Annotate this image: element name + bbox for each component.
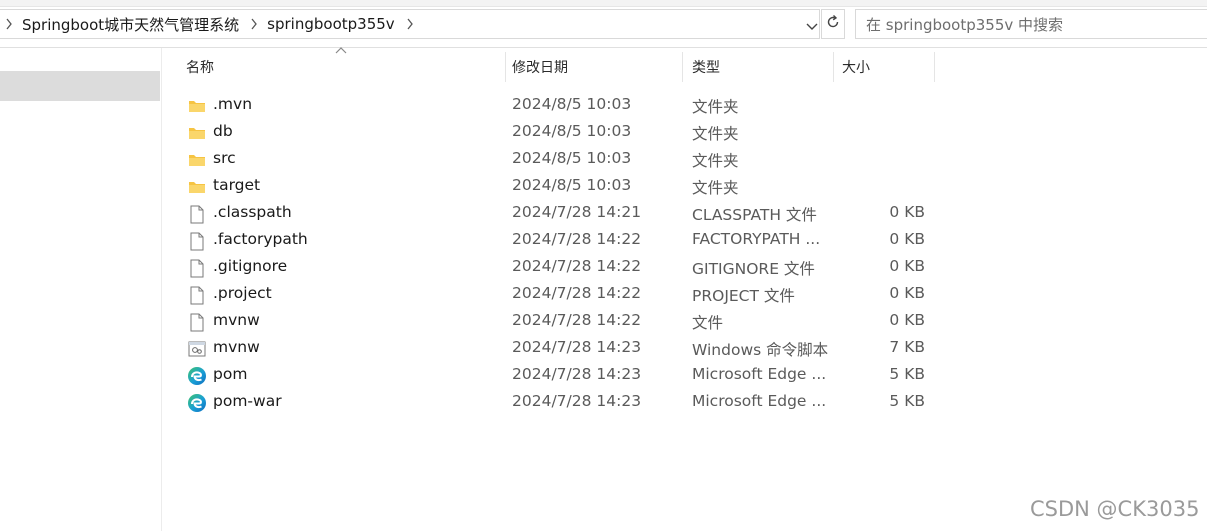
- file-name: src: [213, 149, 236, 167]
- file-row[interactable]: target 2024/8/5 10:03 文件夹: [162, 173, 1207, 200]
- file-name: mvnw: [213, 338, 260, 356]
- file-date: 2024/7/28 14:23: [512, 365, 642, 383]
- chevron-right-icon[interactable]: [401, 18, 419, 30]
- address-history-dropdown[interactable]: [802, 14, 822, 36]
- file-row[interactable]: .project 2024/7/28 14:22 PROJECT 文件 0 KB: [162, 281, 1207, 308]
- file-icon: [186, 203, 208, 225]
- file-type: GITIGNORE 文件: [692, 260, 815, 278]
- title-strip: [0, 0, 1207, 7]
- file-date: 2024/8/5 10:03: [512, 122, 632, 140]
- file-size: 0 KB: [889, 284, 925, 302]
- file-size: 0 KB: [889, 311, 925, 329]
- column-header-size-label: 大小: [842, 60, 870, 76]
- file-name: .project: [213, 284, 272, 302]
- script-icon: [186, 338, 208, 360]
- column-header-type[interactable]: 类型: [682, 52, 834, 82]
- file-icon: [186, 311, 208, 333]
- file-size: 5 KB: [889, 365, 925, 383]
- file-size: 0 KB: [889, 230, 925, 248]
- nav-selected-item[interactable]: [0, 71, 160, 101]
- file-date: 2024/7/28 14:22: [512, 284, 642, 302]
- column-header-type-label: 类型: [692, 60, 720, 76]
- file-row[interactable]: pom-war 2024/7/28 14:23 Microsoft Edge .…: [162, 389, 1207, 416]
- toolbar-divider: [0, 47, 1207, 48]
- file-date: 2024/7/28 14:22: [512, 257, 642, 275]
- file-type: 文件: [692, 314, 724, 332]
- edge-icon: [186, 392, 208, 414]
- column-header-name-label: 名称: [186, 60, 214, 76]
- file-name: target: [213, 176, 261, 194]
- folder-icon: [186, 95, 208, 117]
- file-type: CLASSPATH 文件: [692, 206, 817, 224]
- file-row[interactable]: .factorypath 2024/7/28 14:22 FACTORYPATH…: [162, 227, 1207, 254]
- file-type: Microsoft Edge ...: [692, 392, 827, 410]
- file-row[interactable]: .mvn 2024/8/5 10:03 文件夹: [162, 92, 1207, 119]
- file-row[interactable]: mvnw 2024/7/28 14:23 Windows 命令脚本 7 KB: [162, 335, 1207, 362]
- file-type: 文件夹: [692, 125, 739, 143]
- file-name: .factorypath: [213, 230, 308, 248]
- navigation-pane[interactable]: [0, 48, 162, 531]
- file-icon: [186, 284, 208, 306]
- file-size: 5 KB: [889, 392, 925, 410]
- file-date: 2024/7/28 14:21: [512, 203, 642, 221]
- file-row[interactable]: .classpath 2024/7/28 14:21 CLASSPATH 文件 …: [162, 200, 1207, 227]
- file-size: 0 KB: [889, 257, 925, 275]
- file-size: 7 KB: [889, 338, 925, 356]
- file-type: PROJECT 文件: [692, 287, 795, 305]
- file-row[interactable]: mvnw 2024/7/28 14:22 文件 0 KB: [162, 308, 1207, 335]
- folder-icon: [186, 149, 208, 171]
- file-type: 文件夹: [692, 152, 739, 170]
- chevron-right-icon[interactable]: [245, 18, 263, 30]
- file-type: Microsoft Edge ...: [692, 365, 827, 383]
- file-date: 2024/7/28 14:23: [512, 392, 642, 410]
- refresh-icon: [825, 14, 841, 34]
- chevron-right-icon[interactable]: [0, 18, 18, 30]
- file-name: mvnw: [213, 311, 260, 329]
- file-size: 0 KB: [889, 203, 925, 221]
- address-bar[interactable]: Springboot城市天然气管理系统 springbootp355v: [0, 9, 820, 39]
- file-type: 文件夹: [692, 98, 739, 116]
- file-type: FACTORYPATH ...: [692, 230, 821, 248]
- file-row[interactable]: src 2024/8/5 10:03 文件夹: [162, 146, 1207, 173]
- file-type: 文件夹: [692, 179, 739, 197]
- column-header-name[interactable]: 名称: [176, 52, 506, 82]
- file-name: db: [213, 122, 233, 140]
- column-header-date-label: 修改日期: [512, 60, 568, 76]
- column-header-date[interactable]: 修改日期: [502, 52, 683, 82]
- refresh-button[interactable]: [821, 9, 845, 39]
- file-row[interactable]: db 2024/8/5 10:03 文件夹: [162, 119, 1207, 146]
- folder-icon: [186, 122, 208, 144]
- breadcrumb-item-folder[interactable]: springbootp355v: [263, 15, 401, 33]
- file-icon: [186, 257, 208, 279]
- file-date: 2024/7/28 14:22: [512, 311, 642, 329]
- column-header-size[interactable]: 大小: [832, 52, 935, 82]
- file-name: pom-war: [213, 392, 282, 410]
- file-row[interactable]: .gitignore 2024/7/28 14:22 GITIGNORE 文件 …: [162, 254, 1207, 281]
- watermark: CSDN @CK3035: [1030, 497, 1200, 521]
- file-type: Windows 命令脚本: [692, 341, 829, 359]
- file-name: .mvn: [213, 95, 253, 113]
- breadcrumb-item-project[interactable]: Springboot城市天然气管理系统: [18, 14, 245, 35]
- file-name: .classpath: [213, 203, 292, 221]
- file-date: 2024/7/28 14:22: [512, 230, 642, 248]
- file-icon: [186, 230, 208, 252]
- chevron-down-icon: [806, 16, 818, 35]
- file-date: 2024/8/5 10:03: [512, 176, 632, 194]
- folder-icon: [186, 176, 208, 198]
- file-name: pom: [213, 365, 248, 383]
- file-row[interactable]: pom 2024/7/28 14:23 Microsoft Edge ... 5…: [162, 362, 1207, 389]
- edge-icon: [186, 365, 208, 387]
- file-date: 2024/8/5 10:03: [512, 95, 632, 113]
- file-date: 2024/8/5 10:03: [512, 149, 632, 167]
- file-name: .gitignore: [213, 257, 288, 275]
- file-date: 2024/7/28 14:23: [512, 338, 642, 356]
- search-placeholder: 在 springbootp355v 中搜索: [866, 15, 1064, 34]
- search-input[interactable]: 在 springbootp355v 中搜索: [855, 9, 1207, 39]
- column-header-row: 名称 修改日期 类型 大小: [162, 52, 1207, 84]
- file-list: .mvn 2024/8/5 10:03 文件夹 db 2024/8/5 10:0…: [162, 92, 1207, 416]
